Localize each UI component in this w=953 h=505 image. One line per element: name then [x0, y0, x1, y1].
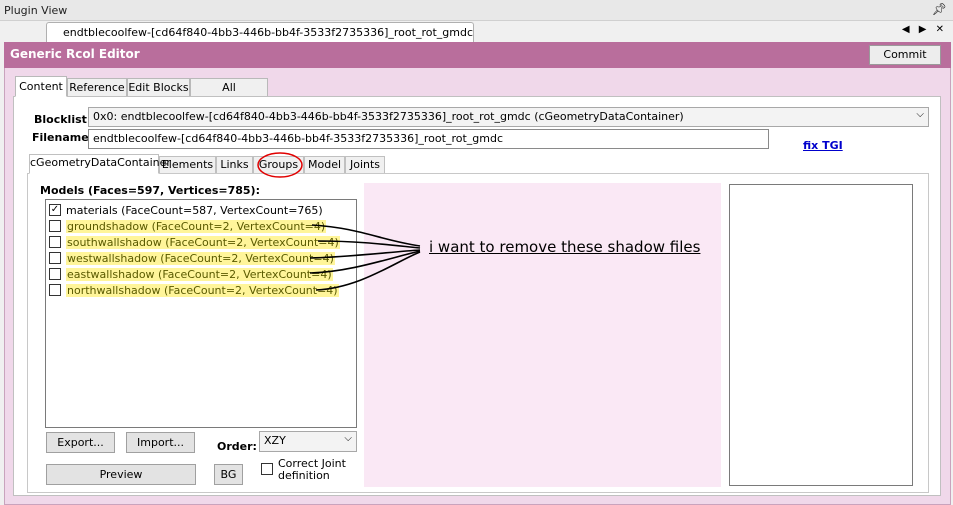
fix-tgi-link[interactable]: fix TGI — [803, 139, 843, 152]
pin-icon[interactable]: 📌︎ — [932, 2, 947, 16]
checkbox[interactable] — [49, 284, 61, 296]
editor-header: Generic Rcol Editor Commit — [4, 42, 951, 68]
export-button[interactable]: Export... — [46, 432, 115, 453]
chevron-down-icon: ⌵ — [916, 109, 924, 120]
checkbox[interactable]: ✓ — [49, 204, 61, 216]
order-value: XZY — [264, 434, 286, 447]
tab-edit-blocks[interactable]: Edit Blocks — [127, 78, 190, 97]
checkbox[interactable] — [49, 236, 61, 248]
window-title: Plugin View — [4, 4, 68, 17]
document-tab-label: endtblecoolfew-[cd64f840-4bb3-446b-bb4f-… — [63, 26, 474, 39]
tab-cgeometrydatacontainer[interactable]: cGeometryDataContainer — [29, 154, 171, 174]
tab-joints[interactable]: Joints — [345, 156, 385, 174]
list-item-label: materials (FaceCount=587, VertexCount=76… — [66, 203, 323, 217]
filename-value: endtblecoolfew-[cd64f840-4bb3-446b-bb4f-… — [93, 132, 504, 145]
preview-button[interactable]: Preview — [46, 464, 196, 485]
models-list[interactable]: ✓ materials (FaceCount=587, VertexCount=… — [45, 199, 357, 428]
import-button[interactable]: Import... — [126, 432, 195, 453]
correct-joint-checkbox[interactable] — [261, 463, 273, 475]
tab-all-references[interactable]: All References — [190, 78, 268, 111]
models-heading: Models (Faces=597, Vertices=785): — [40, 184, 260, 197]
list-item-label: eastwallshadow (FaceCount=2, VertexCount… — [66, 267, 333, 281]
commit-button[interactable]: Commit — [869, 45, 941, 65]
list-item-label: northwallshadow (FaceCount=2, VertexCoun… — [66, 283, 339, 297]
list-item[interactable]: northwallshadow (FaceCount=2, VertexCoun… — [49, 282, 339, 298]
correct-joint-line2: definition — [278, 469, 330, 482]
filename-field[interactable]: endtblecoolfew-[cd64f840-4bb3-446b-bb4f-… — [88, 129, 769, 149]
blocklist-label: Blocklist: — [34, 113, 92, 126]
properties-box — [729, 184, 913, 486]
list-item[interactable]: westwallshadow (FaceCount=2, VertexCount… — [49, 250, 335, 266]
checkbox[interactable] — [49, 220, 61, 232]
document-tab[interactable]: endtblecoolfew-[cd64f840-4bb3-446b-bb4f-… — [46, 22, 474, 42]
filename-label: Filename: — [32, 131, 94, 144]
tab-reference[interactable]: Reference — [67, 78, 127, 97]
tab-links[interactable]: Links — [216, 156, 253, 174]
checkbox[interactable] — [49, 252, 61, 264]
order-label: Order: — [217, 440, 257, 453]
list-item[interactable]: southwallshadow (FaceCount=2, VertexCoun… — [49, 234, 340, 250]
bg-button[interactable]: BG — [214, 464, 243, 485]
list-item[interactable]: groundshadow (FaceCount=2, VertexCount=4… — [49, 218, 327, 234]
checkbox[interactable] — [49, 268, 61, 280]
order-select[interactable]: XZY ⌵ — [259, 431, 357, 452]
tab-content[interactable]: Content — [15, 76, 67, 97]
list-item-label: groundshadow (FaceCount=2, VertexCount=4… — [66, 219, 327, 233]
blocklist-value: 0x0: endtblecoolfew-[cd64f840-4bb3-446b-… — [93, 110, 684, 123]
chevron-down-icon: ⌵ — [344, 433, 352, 444]
tab-groups[interactable]: Groups — [253, 156, 304, 174]
tab-model[interactable]: Model — [304, 156, 345, 174]
preview-area — [364, 183, 721, 487]
editor-title: Generic Rcol Editor — [10, 47, 140, 61]
annotation-text: i want to remove these shadow files — [429, 238, 701, 256]
list-item[interactable]: ✓ materials (FaceCount=587, VertexCount=… — [49, 202, 323, 218]
blocklist-select[interactable]: 0x0: endtblecoolfew-[cd64f840-4bb3-446b-… — [88, 107, 929, 127]
plugin-view-titlebar: Plugin View 📌︎ — [0, 0, 953, 21]
correct-joint-label: Correct Joint definition — [278, 458, 346, 482]
list-item[interactable]: eastwallshadow (FaceCount=2, VertexCount… — [49, 266, 333, 282]
list-item-label: westwallshadow (FaceCount=2, VertexCount… — [66, 251, 335, 265]
list-item-label: southwallshadow (FaceCount=2, VertexCoun… — [66, 235, 340, 249]
document-nav-icons[interactable]: ◀ ▶ ✕ — [902, 24, 947, 35]
